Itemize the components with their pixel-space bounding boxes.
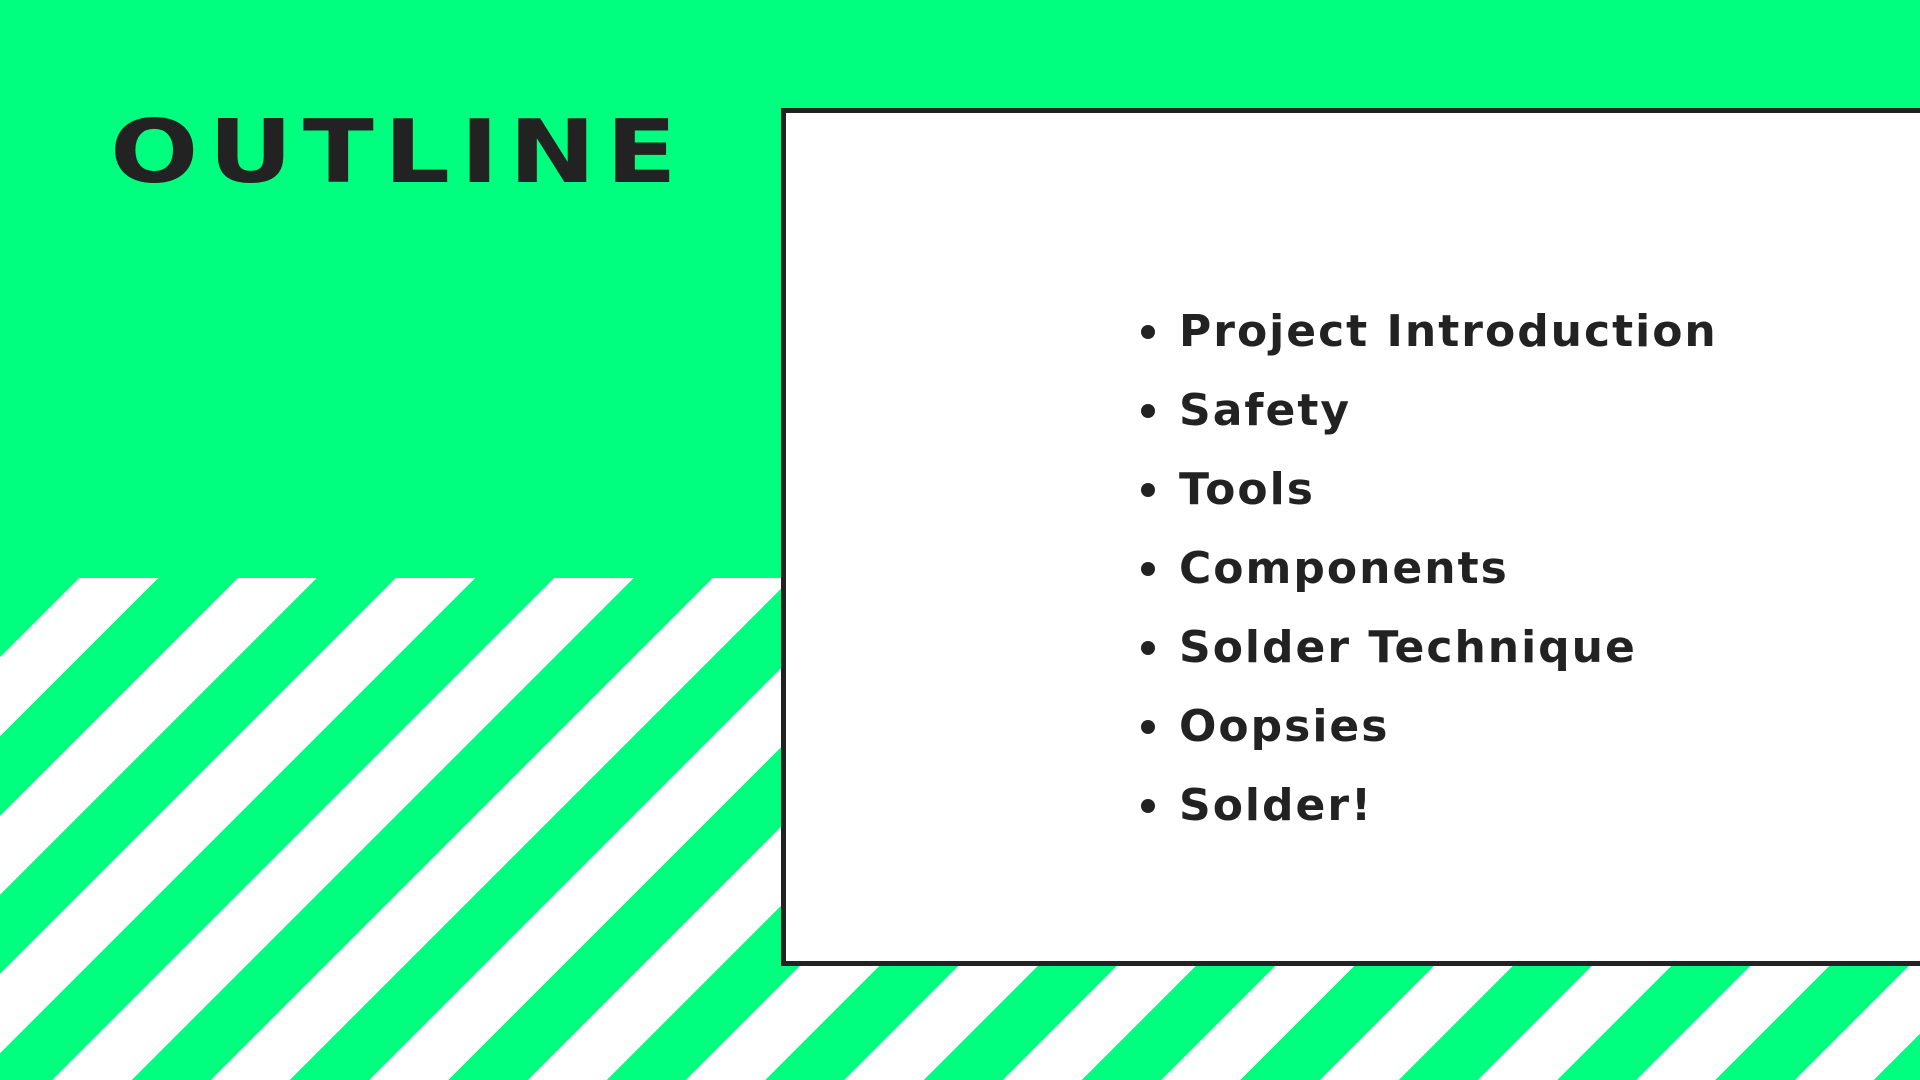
slide-title: OUTLINE bbox=[110, 100, 687, 203]
slide: OUTLINE Project Introduction Safety Tool… bbox=[0, 0, 1920, 1080]
list-item-label: Project Introduction bbox=[1179, 306, 1718, 357]
list-item: Oopsies bbox=[1141, 687, 1718, 766]
bullet-icon bbox=[1141, 640, 1155, 655]
list-item-label: Solder! bbox=[1179, 780, 1374, 831]
list-item: Safety bbox=[1141, 371, 1718, 450]
bullet-icon bbox=[1141, 719, 1155, 734]
bullet-icon bbox=[1141, 561, 1155, 576]
list-item: Solder Technique bbox=[1141, 608, 1718, 687]
list-item-label: Safety bbox=[1179, 385, 1352, 436]
list-item-label: Oopsies bbox=[1179, 701, 1390, 752]
list-item-label: Solder Technique bbox=[1179, 622, 1637, 673]
list-item: Solder! bbox=[1141, 766, 1718, 845]
list-item: Tools bbox=[1141, 450, 1718, 529]
list-item-label: Tools bbox=[1179, 464, 1315, 515]
list-item: Components bbox=[1141, 529, 1718, 608]
list-item-label: Components bbox=[1179, 543, 1509, 594]
outline-list: Project Introduction Safety Tools Compon… bbox=[1141, 292, 1718, 845]
bullet-icon bbox=[1141, 403, 1155, 418]
bullet-icon bbox=[1141, 798, 1155, 813]
bullet-icon bbox=[1141, 482, 1155, 497]
list-item: Project Introduction bbox=[1141, 292, 1718, 371]
bullet-icon bbox=[1141, 324, 1155, 339]
